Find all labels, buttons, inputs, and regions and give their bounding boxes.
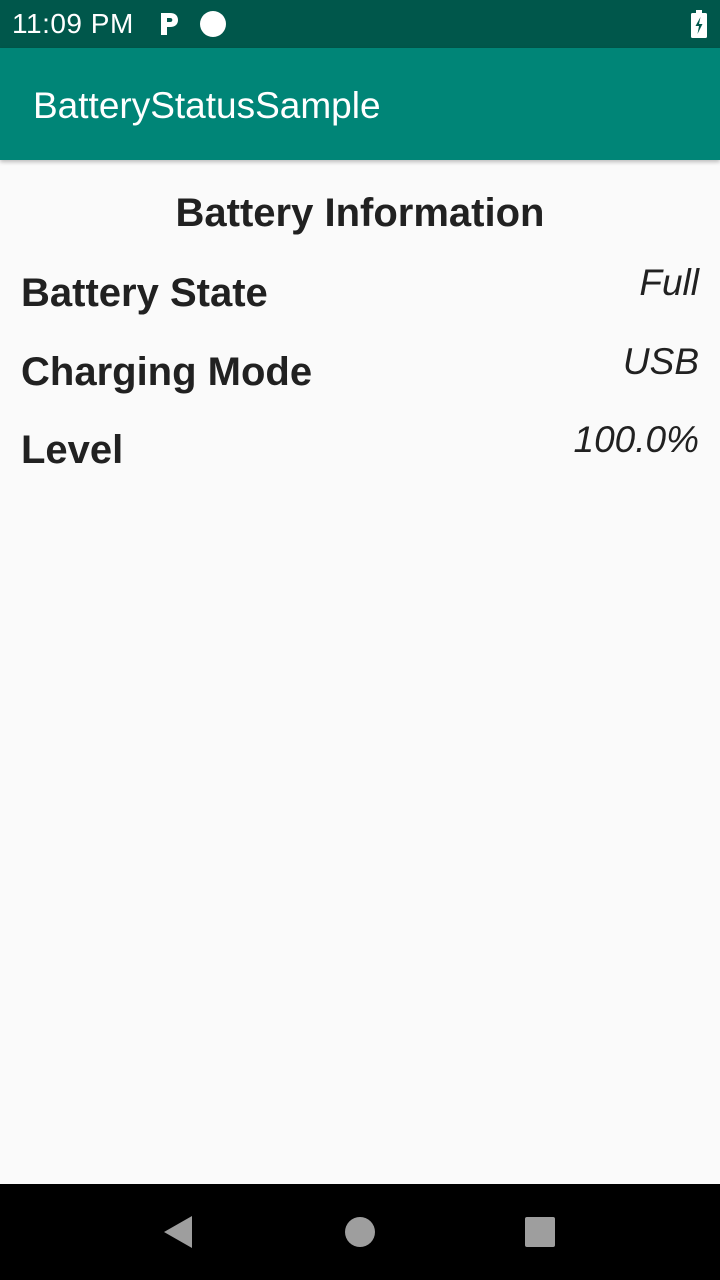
level-row: Level 100.0% [0,419,720,479]
home-icon[interactable] [345,1217,375,1247]
level-value: 100.0% [573,419,700,460]
charging-mode-value: USB [622,341,699,382]
status-time: 11:09 PM [12,8,134,39]
battery-charging-icon [691,10,707,38]
app-title: BatteryStatusSample [33,85,381,126]
battery-info-content: Battery Information Battery State Full C… [0,160,720,1184]
circle-notification-icon [200,11,226,37]
level-label: Level [21,428,124,472]
battery-state-value: Full [639,262,699,303]
battery-state-label: Battery State [21,271,268,315]
back-icon[interactable] [163,1215,193,1249]
recents-icon[interactable] [525,1217,555,1247]
status-bar: 11:09 PM [0,0,720,48]
screen: 11:09 PM BatteryStatusSample Battery Inf… [0,0,720,1280]
navigation-bar [0,1184,720,1280]
parking-icon [161,13,178,35]
charging-mode-label: Charging Mode [21,350,313,394]
charging-mode-row: Charging Mode USB [0,341,720,401]
app-bar: BatteryStatusSample [0,48,720,160]
section-title: Battery Information [175,191,545,235]
battery-state-row: Battery State Full [0,262,720,322]
